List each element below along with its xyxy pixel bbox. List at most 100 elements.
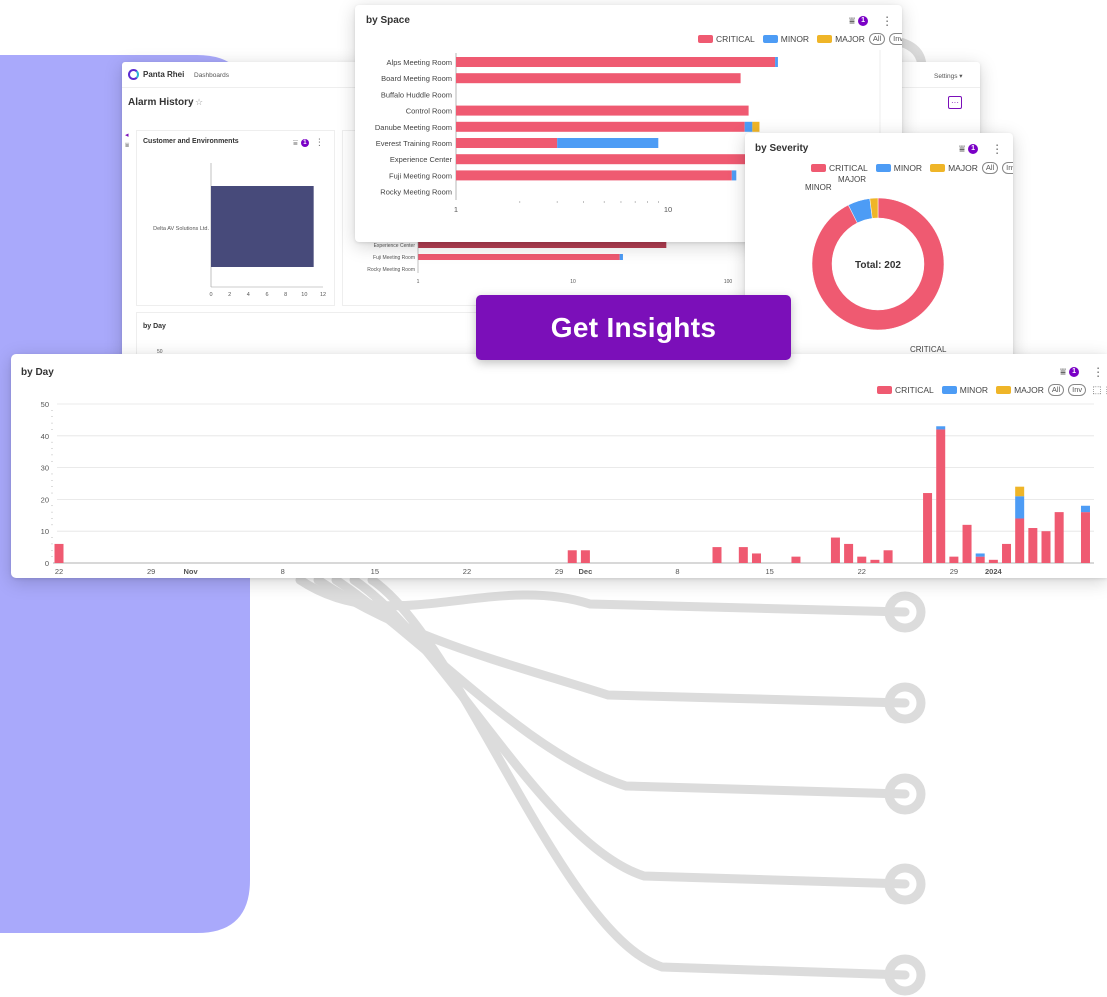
bar-segment xyxy=(751,553,761,563)
bar-segment xyxy=(844,543,854,563)
category-label: Buffalo Huddle Room xyxy=(381,90,452,99)
category-label: Delta AV Solutions Ltd. xyxy=(153,226,209,232)
x-tick-label: 8 xyxy=(675,567,679,576)
brand-logo-icon xyxy=(128,69,139,80)
x-tick-label: Dec xyxy=(579,567,593,576)
x-tick-label: 22 xyxy=(55,567,63,576)
x-tick-label: 22 xyxy=(858,567,866,576)
x-tick-label: 6 xyxy=(265,292,268,298)
x-tick-label: 12 xyxy=(320,292,326,298)
bar xyxy=(418,242,667,248)
y-tick-label: 20 xyxy=(41,495,49,504)
category-label: Fuji Meeting Room xyxy=(389,171,452,180)
more-options-button[interactable]: ··· xyxy=(948,96,962,109)
by-day-chart: 0 10 20 30 40 50 22 29 Nov 8 15 22 29 Dec 8 15 22 29 2024 xyxy=(41,400,1094,576)
x-tick-label: Nov xyxy=(184,567,199,576)
bar-segment xyxy=(1015,486,1025,497)
bar-segment xyxy=(988,559,998,563)
x-tick-label: 15 xyxy=(371,567,379,576)
bar-segment xyxy=(775,57,778,67)
panel-title: by Day xyxy=(143,323,166,330)
bar-segment xyxy=(738,547,748,563)
bar-segment xyxy=(456,138,558,148)
bar-segment xyxy=(731,170,737,181)
filter-icon[interactable]: ⩸ xyxy=(293,138,298,148)
bar-segment xyxy=(1080,505,1090,513)
brand-name: Panta Rhei xyxy=(143,70,185,79)
bar-segment xyxy=(883,550,893,563)
bar xyxy=(211,186,314,267)
bar-segment xyxy=(456,105,749,116)
x-tick-label: 10 xyxy=(570,279,576,285)
bar-segment xyxy=(456,170,732,181)
y-tick-label: 30 xyxy=(41,464,49,473)
x-tick-label: 10 xyxy=(664,205,672,214)
filter-count-badge: 1 xyxy=(300,138,309,147)
bar-segment xyxy=(54,543,64,563)
category-label: Fuji Meeting Room xyxy=(373,255,415,261)
bar-segment xyxy=(1080,512,1090,563)
category-label: Rocky Meeting Room xyxy=(380,188,452,197)
nav-dashboards[interactable]: Dashboards xyxy=(194,72,229,79)
sidebar-collapse-icon[interactable]: ◂ xyxy=(125,131,129,139)
y-tick-label: 0 xyxy=(45,559,49,568)
bar-segment xyxy=(712,547,722,563)
bar xyxy=(418,254,620,260)
bar-segment xyxy=(557,138,659,148)
bar-segment xyxy=(975,556,985,563)
bar-segment xyxy=(975,553,985,557)
x-tick-label: 29 xyxy=(555,567,563,576)
favorite-star-icon[interactable]: ☆ xyxy=(195,97,203,108)
bar-segment xyxy=(962,524,972,563)
bar-segment xyxy=(456,73,741,84)
major-slice-label: MAJOR xyxy=(838,175,866,184)
bar-segment xyxy=(1028,528,1038,563)
category-label: Board Meeting Room xyxy=(381,74,452,83)
x-tick-label: 1 xyxy=(454,205,458,214)
x-tick-label: 22 xyxy=(463,567,471,576)
bar-segment xyxy=(936,429,946,563)
bar-segment xyxy=(936,426,946,430)
bar-segment xyxy=(567,550,577,563)
x-tick-label: 0 xyxy=(209,292,212,298)
bar-segment xyxy=(456,57,776,67)
x-tick-label: 100 xyxy=(724,279,733,285)
page-title: Alarm History xyxy=(128,97,194,108)
bar-segment xyxy=(830,537,840,563)
customer-chart: Delta AV Solutions Ltd. 0 2 4 6 8 10 12 xyxy=(153,163,326,298)
minor-slice-label: MINOR xyxy=(805,183,832,192)
category-label: Danube Meeting Room xyxy=(375,123,452,132)
bar-segment xyxy=(870,559,880,563)
bar-segment xyxy=(1041,531,1051,563)
bar-segment xyxy=(857,556,867,563)
category-label: Experience Center xyxy=(390,155,453,164)
sidebar-filter-icon[interactable]: ⩸ xyxy=(125,142,129,150)
y-tick-label: 40 xyxy=(41,432,49,441)
bar-segment xyxy=(752,121,760,132)
connector-line xyxy=(367,575,910,980)
settings-menu[interactable]: Settings ▾ xyxy=(934,72,963,80)
x-tick-label: 15 xyxy=(765,567,773,576)
x-tick-label: 2 xyxy=(228,292,231,298)
bar-segment xyxy=(744,121,753,132)
bar-segment xyxy=(791,556,801,563)
y-tick-label: 10 xyxy=(41,527,49,536)
bar-segment xyxy=(1015,496,1025,519)
panel-menu-icon[interactable]: ⋮ xyxy=(315,137,324,148)
bar-segment xyxy=(949,556,959,563)
x-tick-label: 2024 xyxy=(985,567,1003,576)
x-tick-label: 10 xyxy=(301,292,307,298)
bar-segment xyxy=(580,550,590,563)
category-label: Alps Meeting Room xyxy=(387,58,452,67)
category-label: Control Room xyxy=(406,107,452,116)
x-tick-label: 29 xyxy=(950,567,958,576)
x-tick-label: 1 xyxy=(417,279,420,285)
x-tick-label: 8 xyxy=(281,567,285,576)
y-tick-label: 50 xyxy=(41,400,49,409)
connector-line xyxy=(313,575,910,708)
category-label: Rocky Meeting Room xyxy=(367,267,415,273)
bar xyxy=(619,254,623,260)
get-insights-button[interactable]: Get Insights xyxy=(476,295,791,360)
by-day-card: by Day ⩸ 1 ⋮ CRITICAL MINOR MAJOR All In… xyxy=(11,354,1107,578)
x-tick-label: 4 xyxy=(247,292,250,298)
